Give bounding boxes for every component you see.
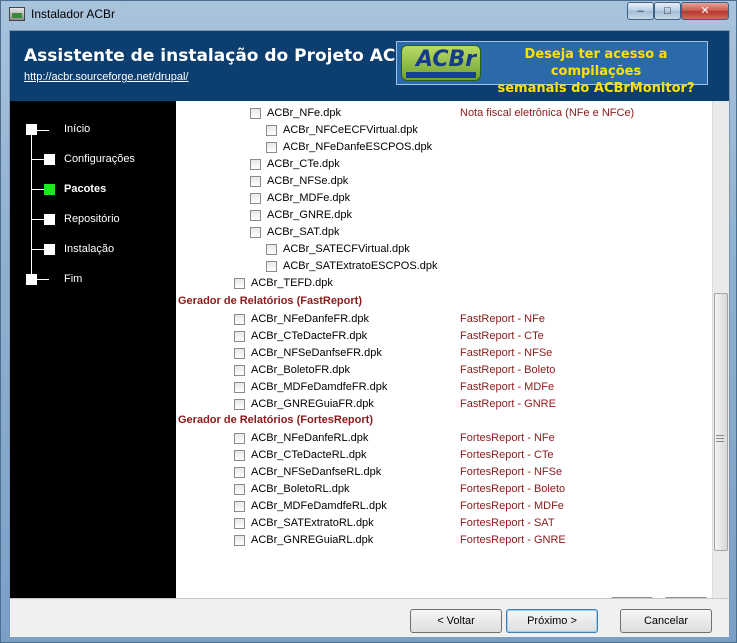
package-checkbox[interactable] <box>234 399 245 410</box>
package-checkbox[interactable] <box>234 365 245 376</box>
step-marker-active <box>44 184 55 195</box>
list-item[interactable]: ACBr_NFSeDanfseFR.dpk FastReport - NFSe <box>234 346 704 363</box>
page-title: Assistente de instalação do Projeto ACBr <box>24 46 417 66</box>
package-checkbox[interactable] <box>234 382 245 393</box>
package-checkbox[interactable] <box>266 244 277 255</box>
close-button[interactable]: ✕ <box>681 2 729 20</box>
step-marker <box>26 274 37 285</box>
package-checkbox[interactable] <box>266 261 277 272</box>
steps-sidebar: Início Configurações Pacotes Repositório… <box>10 101 176 598</box>
package-checkbox[interactable] <box>266 125 277 136</box>
package-checkbox[interactable] <box>266 142 277 153</box>
package-checkbox[interactable] <box>250 176 261 187</box>
list-item[interactable]: ACBr_BoletoRL.dpk FortesReport - Boleto <box>234 482 704 499</box>
package-checkbox[interactable] <box>234 484 245 495</box>
title-bar[interactable]: Instalador ACBr ‒ □ ✕ <box>1 1 736 29</box>
group-title-fastreport: Gerador de Relatórios (FastReport) <box>178 295 362 307</box>
package-checkbox[interactable] <box>234 348 245 359</box>
package-checkbox[interactable] <box>234 331 245 342</box>
package-checkbox[interactable] <box>234 518 245 529</box>
package-checkbox[interactable] <box>250 193 261 204</box>
step-marker <box>44 244 55 255</box>
step-marker <box>44 154 55 165</box>
packages-list[interactable]: ACBr_NFe.dpk Nota fiscal eletrônica (NFe… <box>176 101 712 598</box>
package-checkbox[interactable] <box>234 450 245 461</box>
app-icon <box>9 7 25 21</box>
package-checkbox[interactable] <box>234 535 245 546</box>
package-checkbox[interactable] <box>234 314 245 325</box>
back-button[interactable]: < Voltar <box>410 609 502 633</box>
banner-text: Deseja ter acesso a compilações semanais… <box>497 47 695 96</box>
wizard-footer: < Voltar Próximo > Cancelar <box>10 598 729 637</box>
step-marker <box>26 124 37 135</box>
package-checkbox[interactable] <box>250 227 261 238</box>
wizard-client-area: Assistente de instalação do Projeto ACBr… <box>9 30 730 637</box>
package-checkbox[interactable] <box>234 501 245 512</box>
next-button[interactable]: Próximo > <box>506 609 598 633</box>
maximize-button[interactable]: □ <box>654 2 681 20</box>
list-item[interactable]: ACBr_NFeDanfeFR.dpk FastReport - NFe <box>234 312 704 329</box>
scrollbar-thumb[interactable] <box>714 293 728 551</box>
package-checkbox[interactable] <box>250 159 261 170</box>
list-item[interactable]: ACBr_NFeDanfeRL.dpk FortesReport - NFe <box>234 431 704 448</box>
package-checkbox[interactable] <box>234 278 245 289</box>
acbrmonitor-banner[interactable]: ACBr Deseja ter acesso a compilações sem… <box>396 41 708 96</box>
list-item[interactable]: ACBr_GNREGuiaFR.dpk FastReport - GNRE <box>234 397 704 414</box>
list-item[interactable]: ACBr_NFe.dpk Nota fiscal eletrônica (NFe… <box>250 106 710 123</box>
window-title: Instalador ACBr <box>31 7 116 21</box>
list-item[interactable]: ACBr_CTeDacteFR.dpk FastReport - CTe <box>234 329 704 346</box>
vertical-scrollbar[interactable] <box>712 101 729 598</box>
list-item[interactable]: ACBr_NFSeDanfseRL.dpk FortesReport - NFS… <box>234 465 704 482</box>
list-item[interactable]: ACBr_MDFeDamdfeRL.dpk FortesReport - MDF… <box>234 499 704 516</box>
list-item[interactable]: ACBr_SATExtratoRL.dpk FortesReport - SAT <box>234 516 704 533</box>
group-title-fortesreport: Gerador de Relatórios (FortesReport) <box>178 414 373 426</box>
package-checkbox[interactable] <box>250 210 261 221</box>
minimize-button[interactable]: ‒ <box>627 2 654 20</box>
step-marker <box>44 214 55 225</box>
list-item[interactable]: ACBr_MDFeDamdfeFR.dpk FastReport - MDFe <box>234 380 704 397</box>
cancel-button[interactable]: Cancelar <box>620 609 712 633</box>
list-item[interactable]: ACBr_GNREGuiaRL.dpk FortesReport - GNRE <box>234 533 704 550</box>
list-item[interactable]: ACBr_CTeDacteRL.dpk FortesReport - CTe <box>234 448 704 465</box>
scrollbar-grip-icon <box>716 435 724 442</box>
project-link[interactable]: http://acbr.sourceforge.net/drupal/ <box>24 71 189 83</box>
package-checkbox[interactable] <box>234 467 245 478</box>
package-checkbox[interactable] <box>250 108 261 119</box>
installer-window: Instalador ACBr ‒ □ ✕ Assistente de inst… <box>0 0 737 643</box>
package-checkbox[interactable] <box>234 433 245 444</box>
acbr-logo: ACBr <box>401 45 481 81</box>
list-item[interactable]: ACBr_BoletoFR.dpk FastReport - Boleto <box>234 363 704 380</box>
wizard-header: Assistente de instalação do Projeto ACBr… <box>10 31 729 101</box>
